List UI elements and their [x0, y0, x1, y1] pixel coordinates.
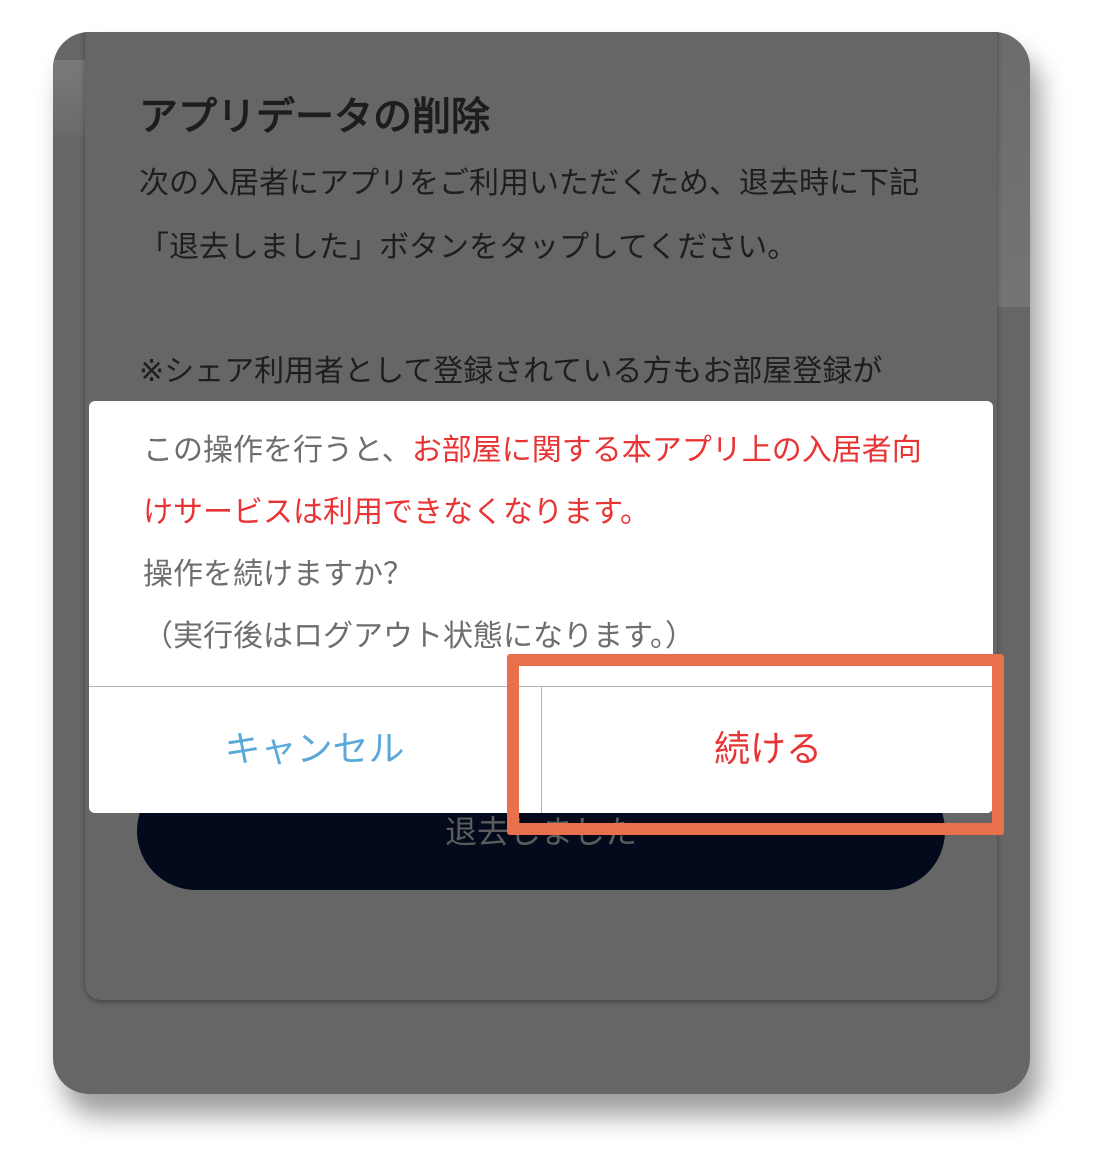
dialog-confirm-question: 操作を続けますか？	[143, 557, 413, 592]
card-description: 次の入居者にアプリをご利用いただくため、退去時に下記「退去しました」ボタンをタッ…	[139, 166, 919, 265]
dialog-logout-note: （実行後はログアウト状態になります。）	[143, 619, 695, 654]
background-edge-right	[997, 32, 1030, 307]
cancel-button[interactable]: キャンセル	[89, 687, 540, 813]
card-note: ※シェア利用者として登録されている方もお部屋登録が	[139, 354, 883, 389]
confirm-dialog: この操作を行うと、お部屋に関する本アプリ上の入居者向けサービスは利用できなくなり…	[89, 401, 993, 813]
card-title: アプリデータの削除	[139, 95, 491, 140]
background-edge	[53, 60, 85, 135]
phone-screen: アプリデータの削除 次の入居者にアプリをご利用いただくため、退去時に下記「退去し…	[53, 32, 1030, 1094]
dialog-message-prefix: この操作を行うと、	[143, 433, 412, 468]
continue-button[interactable]: 続ける	[541, 687, 994, 813]
dialog-message: この操作を行うと、お部屋に関する本アプリ上の入居者向けサービスは利用できなくなり…	[143, 420, 943, 668]
